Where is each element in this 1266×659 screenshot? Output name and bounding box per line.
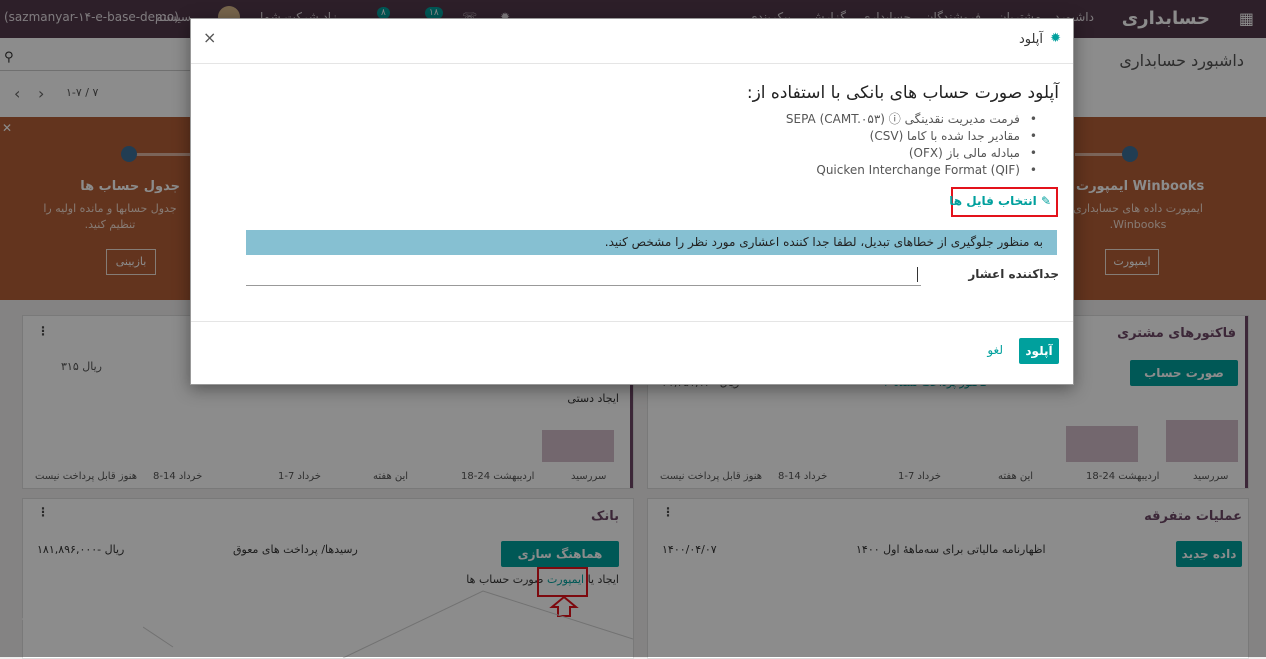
text-cursor: [917, 267, 918, 282]
choose-files-button[interactable]: ✎ انتخاب فایل ها: [949, 194, 1051, 208]
close-button[interactable]: ×: [203, 28, 216, 47]
dialog-heading: آپلود صورت حساب های بانکی با استفاده از:: [746, 83, 1059, 103]
cancel-button[interactable]: لغو: [987, 343, 1003, 357]
formats-list: فرمت مدیریت نقدینگی SEPA (CAMT.۰۵۳) ⓘ مق…: [786, 111, 1037, 179]
dialog-title: آپلود: [1018, 32, 1043, 47]
format-item: مبادله مالی باز (OFX): [786, 145, 1037, 162]
bug-icon: ✹: [1050, 31, 1061, 46]
format-item: فرمت مدیریت نقدینگی SEPA (CAMT.۰۵۳) ⓘ: [786, 111, 1037, 128]
alert-text: به منظور جلوگیری از خطاهای تبدیل، لطفا ج…: [604, 235, 1043, 249]
upload-dialog: ✹ آپلود × آپلود صورت حساب های بانکی با ا…: [190, 18, 1074, 385]
format-item: Quicken Interchange Format (QIF): [786, 162, 1037, 179]
format-item: مقادیر جدا شده با کاما (CSV): [786, 128, 1037, 145]
dialog-header: ✹ آپلود ×: [191, 19, 1073, 64]
decimal-separator-label: جداکننده اعشار: [968, 267, 1059, 281]
info-icon[interactable]: ⓘ: [889, 112, 901, 126]
choose-files-label: انتخاب فایل ها: [949, 194, 1037, 208]
paperclip-icon: ✎: [1040, 194, 1051, 208]
decimal-separator-input[interactable]: [246, 265, 921, 286]
upload-button[interactable]: آپلود: [1019, 338, 1059, 364]
decimal-separator-alert: به منظور جلوگیری از خطاهای تبدیل، لطفا ج…: [246, 230, 1057, 255]
dialog-footer: آپلود لغو: [191, 321, 1073, 385]
